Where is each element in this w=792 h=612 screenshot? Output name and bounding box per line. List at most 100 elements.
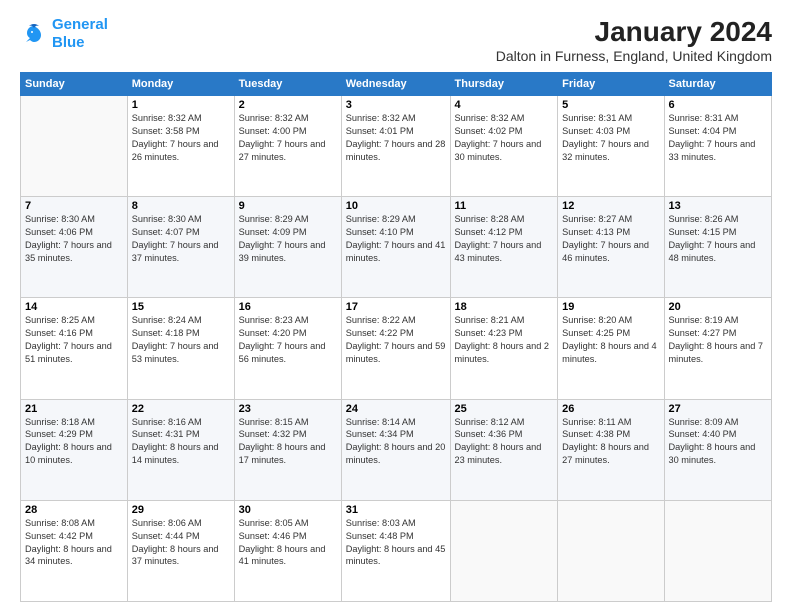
header-sunday: Sunday: [21, 73, 128, 96]
day-info: Sunrise: 8:16 AMSunset: 4:31 PMDaylight:…: [132, 416, 230, 468]
logo: General Blue: [20, 16, 108, 52]
calendar-cell: 15 Sunrise: 8:24 AMSunset: 4:18 PMDaylig…: [127, 298, 234, 399]
calendar-cell: 1 Sunrise: 8:32 AMSunset: 3:58 PMDayligh…: [127, 96, 234, 197]
day-number: 3: [346, 99, 446, 111]
day-info: Sunrise: 8:14 AMSunset: 4:34 PMDaylight:…: [346, 416, 446, 468]
day-info: Sunrise: 8:31 AMSunset: 4:03 PMDaylight:…: [562, 112, 659, 164]
day-number: 14: [25, 301, 123, 313]
day-number: 25: [455, 403, 554, 415]
calendar-cell: 10 Sunrise: 8:29 AMSunset: 4:10 PMDaylig…: [341, 197, 450, 298]
day-info: Sunrise: 8:22 AMSunset: 4:22 PMDaylight:…: [346, 314, 446, 366]
day-number: 19: [562, 301, 659, 313]
day-info: Sunrise: 8:20 AMSunset: 4:25 PMDaylight:…: [562, 314, 659, 366]
calendar-cell: 31 Sunrise: 8:03 AMSunset: 4:48 PMDaylig…: [341, 500, 450, 601]
day-info: Sunrise: 8:31 AMSunset: 4:04 PMDaylight:…: [669, 112, 768, 164]
calendar-cell: 23 Sunrise: 8:15 AMSunset: 4:32 PMDaylig…: [234, 399, 341, 500]
day-number: 18: [455, 301, 554, 313]
calendar-cell: 12 Sunrise: 8:27 AMSunset: 4:13 PMDaylig…: [558, 197, 664, 298]
day-info: Sunrise: 8:28 AMSunset: 4:12 PMDaylight:…: [455, 213, 554, 265]
day-info: Sunrise: 8:21 AMSunset: 4:23 PMDaylight:…: [455, 314, 554, 366]
header-tuesday: Tuesday: [234, 73, 341, 96]
day-number: 23: [239, 403, 337, 415]
calendar-row: 7 Sunrise: 8:30 AMSunset: 4:06 PMDayligh…: [21, 197, 772, 298]
header-friday: Friday: [558, 73, 664, 96]
calendar-table: Sunday Monday Tuesday Wednesday Thursday…: [20, 72, 772, 602]
day-info: Sunrise: 8:29 AMSunset: 4:09 PMDaylight:…: [239, 213, 337, 265]
day-number: 21: [25, 403, 123, 415]
day-number: 5: [562, 99, 659, 111]
day-info: Sunrise: 8:09 AMSunset: 4:40 PMDaylight:…: [669, 416, 768, 468]
calendar-cell: 29 Sunrise: 8:06 AMSunset: 4:44 PMDaylig…: [127, 500, 234, 601]
calendar-cell: 16 Sunrise: 8:23 AMSunset: 4:20 PMDaylig…: [234, 298, 341, 399]
calendar-cell: 8 Sunrise: 8:30 AMSunset: 4:07 PMDayligh…: [127, 197, 234, 298]
month-title: January 2024: [496, 16, 772, 48]
calendar-row: 28 Sunrise: 8:08 AMSunset: 4:42 PMDaylig…: [21, 500, 772, 601]
calendar-cell: [21, 96, 128, 197]
day-info: Sunrise: 8:32 AMSunset: 4:02 PMDaylight:…: [455, 112, 554, 164]
calendar-cell: [664, 500, 772, 601]
day-number: 9: [239, 200, 337, 212]
calendar-cell: 14 Sunrise: 8:25 AMSunset: 4:16 PMDaylig…: [21, 298, 128, 399]
day-info: Sunrise: 8:30 AMSunset: 4:06 PMDaylight:…: [25, 213, 123, 265]
day-number: 8: [132, 200, 230, 212]
calendar-row: 1 Sunrise: 8:32 AMSunset: 3:58 PMDayligh…: [21, 96, 772, 197]
day-info: Sunrise: 8:12 AMSunset: 4:36 PMDaylight:…: [455, 416, 554, 468]
day-number: 2: [239, 99, 337, 111]
day-number: 15: [132, 301, 230, 313]
calendar-cell: 3 Sunrise: 8:32 AMSunset: 4:01 PMDayligh…: [341, 96, 450, 197]
day-info: Sunrise: 8:30 AMSunset: 4:07 PMDaylight:…: [132, 213, 230, 265]
day-info: Sunrise: 8:06 AMSunset: 4:44 PMDaylight:…: [132, 517, 230, 569]
day-info: Sunrise: 8:32 AMSunset: 4:00 PMDaylight:…: [239, 112, 337, 164]
day-number: 16: [239, 301, 337, 313]
day-number: 6: [669, 99, 768, 111]
day-number: 11: [455, 200, 554, 212]
calendar-cell: 20 Sunrise: 8:19 AMSunset: 4:27 PMDaylig…: [664, 298, 772, 399]
day-number: 24: [346, 403, 446, 415]
day-number: 26: [562, 403, 659, 415]
header: General Blue January 2024 Dalton in Furn…: [20, 16, 772, 64]
day-number: 17: [346, 301, 446, 313]
day-info: Sunrise: 8:11 AMSunset: 4:38 PMDaylight:…: [562, 416, 659, 468]
day-info: Sunrise: 8:19 AMSunset: 4:27 PMDaylight:…: [669, 314, 768, 366]
day-info: Sunrise: 8:03 AMSunset: 4:48 PMDaylight:…: [346, 517, 446, 569]
day-info: Sunrise: 8:27 AMSunset: 4:13 PMDaylight:…: [562, 213, 659, 265]
calendar-cell: [558, 500, 664, 601]
calendar-cell: 5 Sunrise: 8:31 AMSunset: 4:03 PMDayligh…: [558, 96, 664, 197]
day-info: Sunrise: 8:26 AMSunset: 4:15 PMDaylight:…: [669, 213, 768, 265]
day-info: Sunrise: 8:32 AMSunset: 4:01 PMDaylight:…: [346, 112, 446, 164]
calendar-cell: 11 Sunrise: 8:28 AMSunset: 4:12 PMDaylig…: [450, 197, 558, 298]
calendar-cell: 13 Sunrise: 8:26 AMSunset: 4:15 PMDaylig…: [664, 197, 772, 298]
header-monday: Monday: [127, 73, 234, 96]
day-number: 28: [25, 504, 123, 516]
day-number: 27: [669, 403, 768, 415]
header-row: Sunday Monday Tuesday Wednesday Thursday…: [21, 73, 772, 96]
day-info: Sunrise: 8:23 AMSunset: 4:20 PMDaylight:…: [239, 314, 337, 366]
calendar-cell: 27 Sunrise: 8:09 AMSunset: 4:40 PMDaylig…: [664, 399, 772, 500]
day-number: 7: [25, 200, 123, 212]
day-number: 1: [132, 99, 230, 111]
day-number: 10: [346, 200, 446, 212]
day-info: Sunrise: 8:15 AMSunset: 4:32 PMDaylight:…: [239, 416, 337, 468]
day-number: 4: [455, 99, 554, 111]
logo-icon: [20, 20, 48, 48]
calendar-cell: 7 Sunrise: 8:30 AMSunset: 4:06 PMDayligh…: [21, 197, 128, 298]
calendar-cell: 28 Sunrise: 8:08 AMSunset: 4:42 PMDaylig…: [21, 500, 128, 601]
day-info: Sunrise: 8:08 AMSunset: 4:42 PMDaylight:…: [25, 517, 123, 569]
calendar-cell: [450, 500, 558, 601]
calendar-cell: 22 Sunrise: 8:16 AMSunset: 4:31 PMDaylig…: [127, 399, 234, 500]
location-subtitle: Dalton in Furness, England, United Kingd…: [496, 48, 772, 64]
day-number: 22: [132, 403, 230, 415]
day-info: Sunrise: 8:05 AMSunset: 4:46 PMDaylight:…: [239, 517, 337, 569]
calendar-cell: 18 Sunrise: 8:21 AMSunset: 4:23 PMDaylig…: [450, 298, 558, 399]
day-number: 20: [669, 301, 768, 313]
calendar-cell: 30 Sunrise: 8:05 AMSunset: 4:46 PMDaylig…: [234, 500, 341, 601]
calendar-cell: 2 Sunrise: 8:32 AMSunset: 4:00 PMDayligh…: [234, 96, 341, 197]
calendar-cell: 9 Sunrise: 8:29 AMSunset: 4:09 PMDayligh…: [234, 197, 341, 298]
calendar-cell: 4 Sunrise: 8:32 AMSunset: 4:02 PMDayligh…: [450, 96, 558, 197]
header-wednesday: Wednesday: [341, 73, 450, 96]
day-number: 12: [562, 200, 659, 212]
day-info: Sunrise: 8:32 AMSunset: 3:58 PMDaylight:…: [132, 112, 230, 164]
calendar-cell: 19 Sunrise: 8:20 AMSunset: 4:25 PMDaylig…: [558, 298, 664, 399]
header-saturday: Saturday: [664, 73, 772, 96]
title-block: January 2024 Dalton in Furness, England,…: [496, 16, 772, 64]
